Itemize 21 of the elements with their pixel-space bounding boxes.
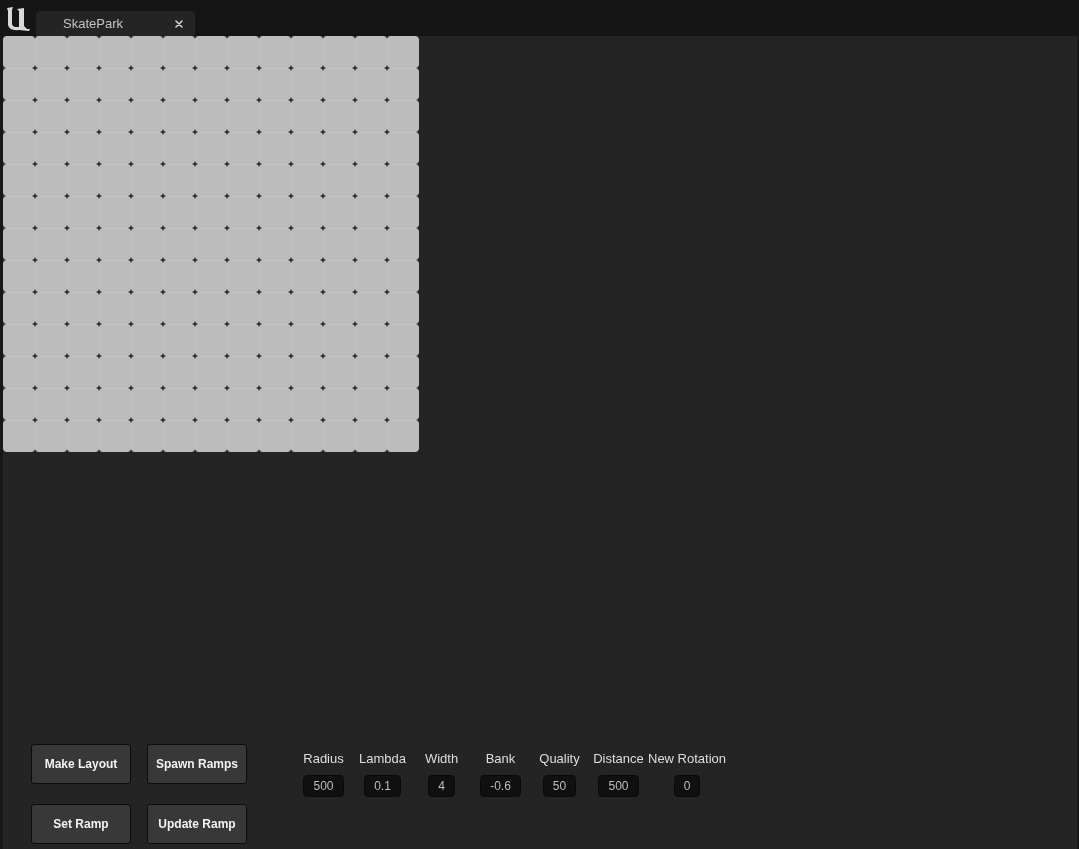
close-icon[interactable] [175,19,183,28]
number-field[interactable]: 500 [598,775,639,797]
document-tab[interactable]: SkatePark [36,11,195,36]
action-button[interactable]: Set Ramp [31,804,131,844]
number-field[interactable]: 4 [428,775,455,797]
number-field[interactable]: 0 [673,775,701,797]
field-label: Bank [485,751,516,767]
field-label: Width [424,751,459,767]
field-label: Radius [303,751,344,767]
action-button[interactable]: Update Ramp [147,804,247,844]
field-label: Lambda [359,751,406,767]
number-field[interactable]: 500 [303,775,344,797]
field-label: Quality [539,751,580,767]
logo-icon [6,6,31,31]
action-button[interactable]: Spawn Ramps [147,744,247,784]
number-field[interactable]: -0.6 [480,775,521,797]
number-field[interactable]: 0.1 [364,775,401,797]
action-button[interactable]: Make Layout [31,744,131,784]
number-field[interactable]: 50 [542,775,577,797]
field-label: New Rotation [648,751,727,767]
field-label: Distance [593,751,644,767]
